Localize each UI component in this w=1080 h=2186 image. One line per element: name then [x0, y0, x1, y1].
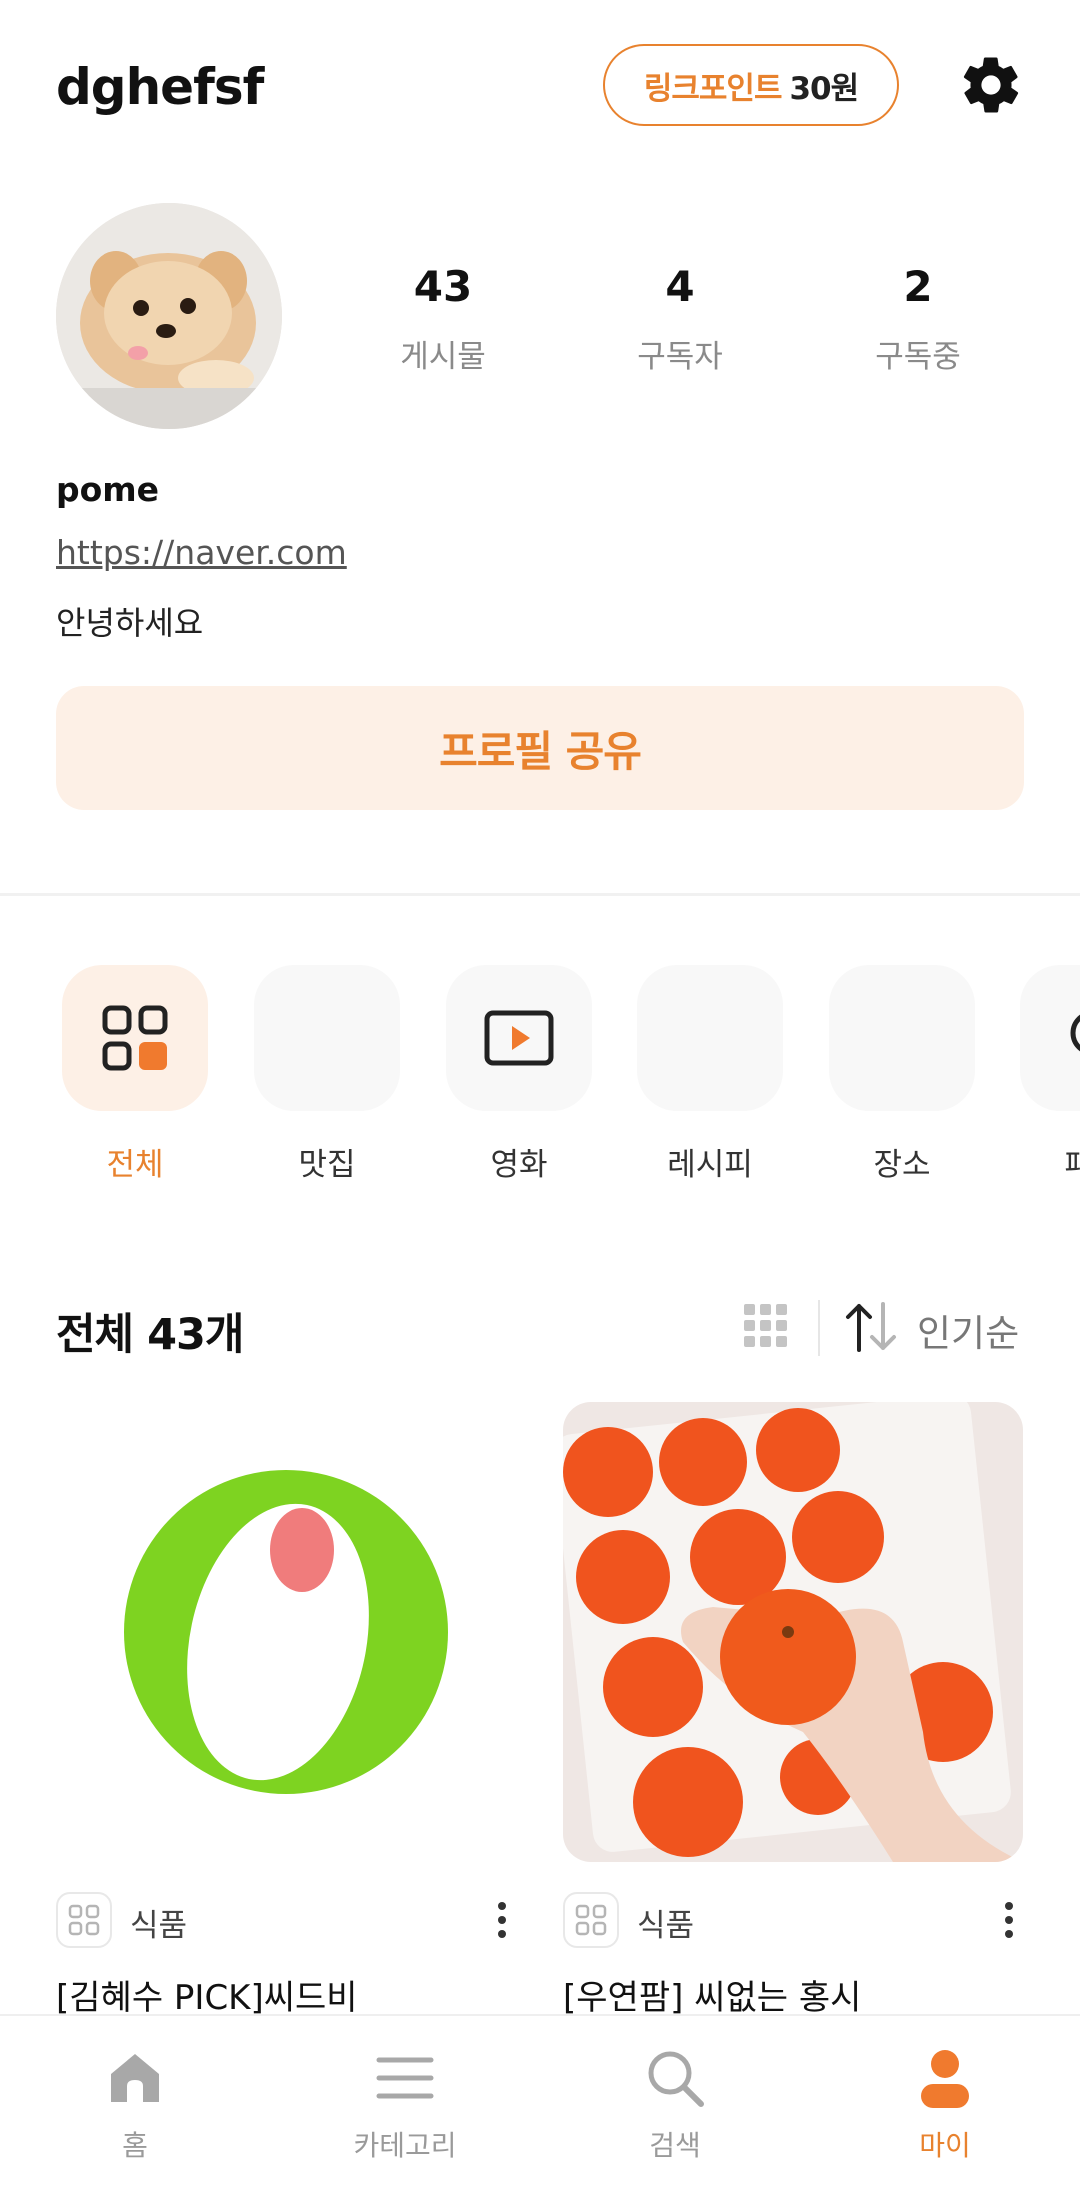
category-tile: [1020, 965, 1080, 1111]
points-amount: 30원: [789, 70, 859, 107]
sort-icon[interactable]: [843, 1300, 899, 1354]
nav-home[interactable]: 홈: [35, 2046, 235, 2164]
category-movie[interactable]: 영화: [446, 965, 592, 1184]
grid-view-icon[interactable]: [742, 1302, 790, 1350]
category-label: 맛집: [298, 1147, 356, 1183]
more-vertical-icon[interactable]: [1001, 1898, 1017, 1942]
more-vertical-icon[interactable]: [494, 1898, 510, 1942]
gear-icon[interactable]: [958, 52, 1024, 118]
home-icon: [111, 2054, 159, 2102]
category-restaurant[interactable]: 맛집: [254, 965, 400, 1184]
stat-posts[interactable]: 43 게시물: [343, 262, 543, 376]
bottom-nav: 홈 카테고리 검색 마이: [0, 2014, 1080, 2186]
stat-value: 2: [903, 262, 933, 311]
category-recipe[interactable]: 레시피: [637, 965, 783, 1184]
sort-label[interactable]: 인기순: [917, 1303, 1019, 1357]
post-title[interactable]: [우연팜] 씨없는 홍시: [563, 1970, 1023, 2014]
stat-value: 43: [413, 262, 473, 311]
category-fashion[interactable]: 패션: [1020, 965, 1080, 1184]
grid-icon: [575, 1904, 607, 1936]
category-tile: [829, 965, 975, 1111]
username: dghefsf: [56, 58, 264, 116]
category-label: 장소: [873, 1147, 931, 1183]
category-label: 레시피: [667, 1147, 753, 1183]
stat-label: 게시물: [400, 339, 486, 375]
category-all[interactable]: 전체: [62, 965, 208, 1184]
category-badge-icon: [563, 1892, 619, 1948]
nav-label: 마이: [919, 2129, 971, 2162]
post-thumbnail[interactable]: [563, 1402, 1023, 1862]
menu-icon: [376, 2057, 434, 2099]
avatar[interactable]: [56, 203, 282, 429]
bio: 안녕하세요: [56, 604, 204, 642]
person-icon: [921, 2050, 969, 2108]
grid-icon: [102, 1005, 168, 1071]
toolbar-separator: [818, 1300, 820, 1356]
search-icon: [648, 2051, 704, 2107]
link-points-button[interactable]: 링크포인트 30원: [603, 44, 899, 126]
stat-label: 구독자: [637, 339, 723, 375]
play-icon: [484, 1010, 554, 1066]
category-label: 패션: [1064, 1147, 1080, 1183]
nav-label: 검색: [649, 2129, 701, 2162]
nav-label: 카테고리: [353, 2129, 457, 2162]
nav-search[interactable]: 검색: [575, 2046, 775, 2164]
nav-category[interactable]: 카테고리: [305, 2046, 505, 2164]
post-thumbnail[interactable]: [56, 1402, 516, 1862]
category-label: 전체: [106, 1147, 164, 1183]
category-tile: [254, 965, 400, 1111]
stat-following[interactable]: 2 구독중: [818, 262, 1018, 376]
nav-label: 홈: [122, 2129, 148, 2162]
category-tile: [446, 965, 592, 1111]
stat-subscribers[interactable]: 4 구독자: [580, 262, 780, 376]
grid-icon: [68, 1904, 100, 1936]
category-tile: [637, 965, 783, 1111]
category-place[interactable]: 장소: [829, 965, 975, 1184]
pin-icon: [1070, 1014, 1080, 1052]
post-title[interactable]: [김혜수 PICK]씨드비: [56, 1970, 516, 2014]
list-title: 전체 43개: [56, 1310, 244, 1360]
persimmon-photo: [563, 1402, 1023, 1862]
nav-my[interactable]: 마이: [845, 2046, 1045, 2164]
section-divider: [0, 893, 1080, 896]
stat-value: 4: [665, 262, 695, 311]
nickname: pome: [56, 470, 160, 509]
dog-photo: [56, 203, 282, 429]
post-meta: 식품: [56, 1892, 516, 1948]
share-profile-button[interactable]: 프로필 공유: [56, 686, 1024, 810]
category-badge-icon: [56, 1892, 112, 1948]
post-category: 식품: [130, 1908, 188, 1944]
stat-label: 구독중: [875, 339, 961, 375]
brand-logo-image: [56, 1402, 516, 1862]
top-bar: dghefsf 링크포인트 30원: [0, 0, 1080, 175]
post-meta: 식품: [563, 1892, 1023, 1948]
post-category: 식품: [637, 1908, 695, 1944]
category-scroller[interactable]: 전체 맛집 영화 레시피 장소 패션: [0, 965, 1080, 1185]
category-label: 영화: [490, 1147, 548, 1183]
post-card[interactable]: 식품 [우연팜] 씨없는 홍시: [563, 1402, 1023, 2014]
profile-link[interactable]: https://naver.com: [56, 533, 347, 572]
points-label: 링크포인트: [643, 70, 783, 107]
category-tile: [62, 965, 208, 1111]
post-card[interactable]: 식품 [김혜수 PICK]씨드비: [56, 1402, 516, 2014]
